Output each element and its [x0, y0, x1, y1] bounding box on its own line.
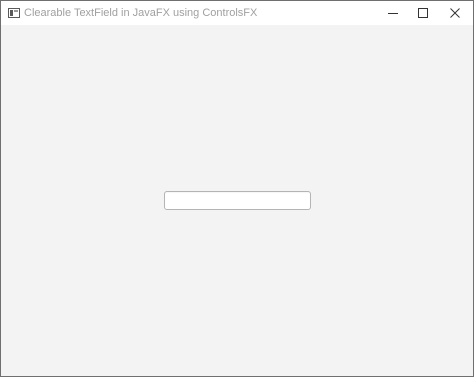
java-app-icon[interactable]	[8, 8, 20, 18]
clearable-text-field[interactable]	[164, 191, 311, 210]
maximize-button[interactable]	[406, 1, 440, 25]
close-icon	[450, 8, 460, 18]
minimize-icon	[388, 13, 398, 14]
content-area	[1, 25, 473, 376]
title-bar[interactable]: Clearable TextField in JavaFX using Cont…	[1, 1, 473, 25]
maximize-icon	[418, 8, 428, 18]
close-button[interactable]	[438, 1, 472, 25]
window-title: Clearable TextField in JavaFX using Cont…	[24, 7, 258, 19]
app-window: Clearable TextField in JavaFX using Cont…	[0, 0, 474, 377]
minimize-button[interactable]	[376, 1, 410, 25]
